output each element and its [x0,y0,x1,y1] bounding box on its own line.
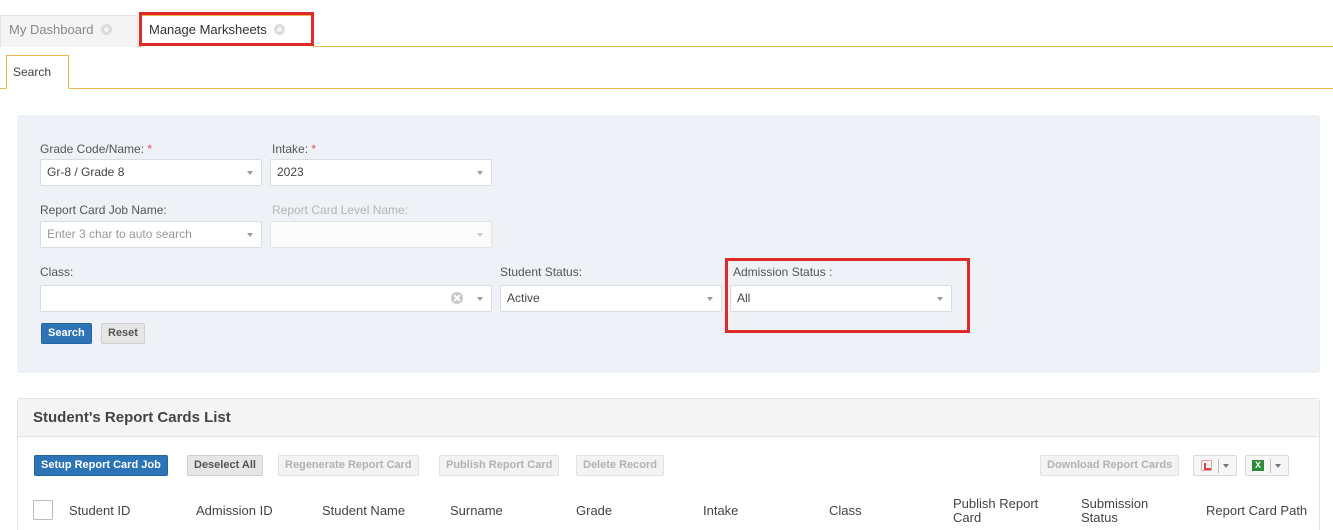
column-header-surname[interactable]: Surname [450,504,503,518]
separator [1270,459,1271,473]
tab-search[interactable]: Search [6,55,69,89]
close-icon[interactable] [274,24,286,35]
chevron-down-icon [1223,464,1229,468]
tab-label: Manage Marksheets [149,22,267,37]
chevron-down-icon [477,171,483,175]
setup-report-card-job-button[interactable]: Setup Report Card Job [34,455,168,476]
column-header-grade[interactable]: Grade [576,504,612,518]
close-icon[interactable] [101,24,113,35]
intake-value: 2023 [277,165,304,179]
column-header-class[interactable]: Class [829,504,862,518]
download-report-cards-button: Download Report Cards [1040,455,1180,476]
list-title: Student's Report Cards List [33,409,231,426]
grade-select[interactable]: Gr-8 / Grade 8 [40,159,262,186]
student-status-value: Active [507,291,540,305]
column-header-admission-id[interactable]: Admission ID [196,504,273,518]
column-header-student-name[interactable]: Student Name [322,504,405,518]
reset-button[interactable]: Reset [101,323,145,344]
chevron-down-icon [707,297,713,301]
chevron-down-icon [477,297,483,301]
intake-select[interactable]: 2023 [270,159,492,186]
clear-icon[interactable] [451,292,463,304]
intake-label: Intake: * [272,142,317,156]
deselect-all-button[interactable]: Deselect All [187,455,263,476]
chevron-down-icon [247,171,253,175]
column-header-submission-status[interactable]: Submission Status [1081,497,1148,525]
admission-status-select[interactable]: All [730,285,952,312]
pdf-icon [1201,460,1212,471]
main-tab-bar: My Dashboard Manage Marksheets [0,0,1333,48]
select-all-checkbox[interactable] [33,500,53,520]
report-card-job-input[interactable]: Enter 3 char to auto search [40,221,262,248]
class-label: Class: [40,265,74,279]
column-header-publish-report-card[interactable]: Publish Report Card [953,497,1038,525]
column-header-report-card-path[interactable]: Report Card Path [1206,504,1307,518]
regenerate-report-card-button: Regenerate Report Card [278,455,419,476]
report-card-job-placeholder: Enter 3 char to auto search [47,227,192,241]
report-card-level-label: Report Card Level Name: [272,203,409,217]
tab-label: My Dashboard [9,22,94,37]
admission-status-label: Admission Status : [733,265,833,279]
delete-record-button: Delete Record [576,455,664,476]
chevron-down-icon [1275,464,1281,468]
report-card-level-select [270,221,492,248]
separator [1218,459,1219,473]
student-status-label: Student Status: [500,265,583,279]
report-card-job-label: Report Card Job Name: [40,203,167,217]
student-status-select[interactable]: Active [500,285,722,312]
excel-icon: X [1252,460,1264,471]
class-select[interactable] [40,285,492,312]
chevron-down-icon [937,297,943,301]
sub-tab-bar: Search [0,55,1333,89]
grade-value: Gr-8 / Grade 8 [47,165,125,179]
column-header-intake[interactable]: Intake [703,504,738,518]
search-button[interactable]: Search [41,323,92,344]
chevron-down-icon [477,233,483,237]
export-excel-button[interactable]: X [1245,455,1289,476]
admission-status-value: All [737,291,751,305]
column-header-student-id[interactable]: Student ID [69,504,130,518]
publish-report-card-button: Publish Report Card [439,455,560,476]
export-pdf-button[interactable] [1193,455,1237,476]
list-header: Student's Report Cards List [18,399,1319,437]
chevron-down-icon [247,233,253,237]
tab-manage-marksheets[interactable]: Manage Marksheets [140,15,314,48]
grade-label: Grade Code/Name: * [40,142,153,156]
tab-my-dashboard[interactable]: My Dashboard [0,15,138,47]
